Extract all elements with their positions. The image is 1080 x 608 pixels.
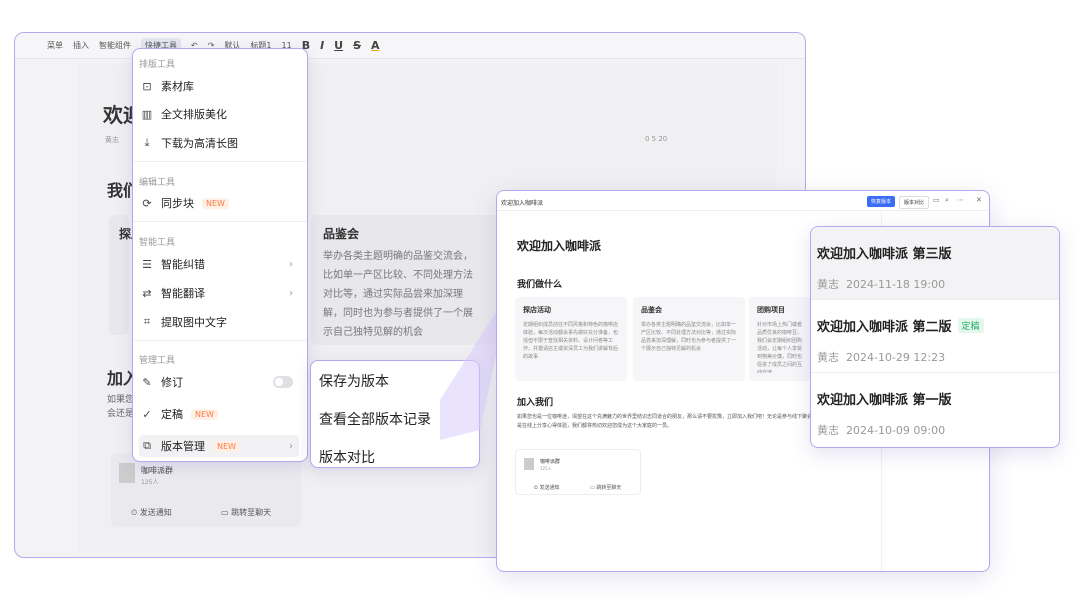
chevron-right-icon: ›: [289, 287, 293, 299]
strike-icon[interactable]: S: [353, 39, 361, 52]
more-icon[interactable]: ⋯: [957, 196, 964, 204]
menu-item-finalize[interactable]: ✓ 定稿 NEW: [139, 403, 299, 425]
group-count: 125人: [141, 479, 159, 486]
compare-version-button[interactable]: 版本对比: [899, 196, 930, 209]
group-qr-icon: [524, 458, 534, 470]
doc-join-text: 如果您 会还是: [107, 395, 135, 419]
ocr-icon: ⌗: [143, 315, 151, 328]
menu-section-smart: 智能工具: [139, 238, 176, 248]
final-tag: 定稿: [957, 318, 984, 333]
download-icon: ⤓: [144, 136, 150, 149]
group-name: 咖啡派群: [141, 466, 173, 475]
menu-section-manage: 管理工具: [139, 356, 176, 366]
version-history-panel: 欢迎加入咖啡派 第三版 黄志 2024-11-18 19:00 欢迎加入咖啡派 …: [810, 226, 1060, 448]
new-badge: NEW: [213, 440, 240, 452]
notify-button[interactable]: ⏲ 发送通知: [131, 507, 172, 518]
image-icon: ⊡: [142, 79, 152, 93]
version-title: 欢迎加入咖啡派 第一版: [817, 393, 952, 408]
menu-item-translate[interactable]: ⇄ 智能翻译 ›: [139, 282, 299, 304]
version-item[interactable]: 欢迎加入咖啡派 第三版 黄志 2024-11-18 19:00: [811, 227, 1059, 300]
menu-item-ocr[interactable]: ⌗ 提取图中文字: [139, 311, 299, 333]
sync-icon: ⟳: [142, 196, 152, 210]
menu-item-layout-beautify[interactable]: ▥ 全文排版美化: [139, 103, 299, 125]
submenu-save-version[interactable]: 保存为版本: [319, 371, 389, 391]
version-group-card: 咖啡派群 125人 ⏲ 发送通知 ▭ 跳转至聊天: [515, 449, 641, 495]
version-subtitle: 黄志 2024-10-29 12:23: [817, 351, 946, 364]
group-count: 125人: [540, 466, 552, 471]
version-window-title: 欢迎加入咖啡派: [501, 200, 544, 207]
doc-card-tasting-title: 品鉴会: [323, 227, 360, 241]
font-color-icon[interactable]: A: [371, 39, 380, 52]
version-doc-title: 欢迎加入咖啡派: [517, 239, 602, 253]
underline-icon[interactable]: U: [334, 39, 343, 52]
menu-item-version-manage[interactable]: ⧉ 版本管理 NEW ›: [139, 435, 299, 457]
menu-divider: [133, 161, 307, 162]
revise-toggle[interactable]: [273, 376, 293, 388]
menu-item-spellcheck[interactable]: ☰ 智能纠错 ›: [139, 253, 299, 275]
version-doc-section-what: 我们做什么: [517, 280, 563, 290]
new-badge: NEW: [191, 408, 218, 420]
menu-item-sync-block[interactable]: ⟳ 同步块 NEW: [139, 192, 299, 214]
submenu-compare-versions[interactable]: 版本对比: [319, 447, 375, 467]
group-qr-icon: [119, 463, 135, 483]
search-icon[interactable]: ⌕: [945, 196, 949, 205]
restore-version-button[interactable]: 恢复版本: [867, 196, 896, 207]
menu-section-layout: 排版工具: [139, 60, 176, 70]
toolbar-smart-components[interactable]: 智能组件: [99, 40, 131, 51]
quick-tools-menu: 排版工具 ⊡ 素材库 ▥ 全文排版美化 ⤓ 下载为高清长图 编辑工具 ⟳ 同步块 NEW…: [132, 48, 308, 462]
italic-icon[interactable]: I: [320, 39, 324, 52]
revise-icon: ✎: [142, 375, 152, 389]
menu-divider: [133, 340, 307, 341]
version-window-header: 欢迎加入咖啡派 恢复版本 版本对比 ▭ ⌕ ⋯ ✕: [497, 191, 989, 211]
panel-icon[interactable]: ▭: [933, 196, 940, 204]
version-title: 欢迎加入咖啡派 第三版: [817, 247, 952, 262]
group-name: 咖啡派群: [540, 459, 561, 465]
chevron-right-icon: ›: [289, 258, 293, 270]
doc-stats: 0 5 20: [645, 135, 668, 143]
chevron-right-icon: ›: [289, 440, 293, 452]
version-icon: ⧉: [143, 439, 151, 452]
finalize-icon: ✓: [142, 407, 152, 421]
version-doc-join-body: 如果您也是一位咖啡迷，渴望在这个充满魅力的世界里结识志同道合的朋友，那么请不要犹…: [517, 414, 818, 429]
notify-button[interactable]: ⏲ 发送通知: [534, 484, 560, 491]
menu-item-material-library[interactable]: ⊡ 素材库: [139, 75, 299, 97]
version-card-tasting: 品鉴会 举办各类主题明确的品鉴交流会，比如单一产区比较、不同处理方法对比等，通过…: [633, 297, 745, 381]
menu-section-edit: 编辑工具: [139, 178, 176, 188]
layout-icon: ▥: [141, 107, 153, 121]
new-badge: NEW: [202, 197, 229, 209]
version-card-group-buy: 团购项目 针对市场上热门或者品质优良的咖啡豆，我们会定期组织团购活动，让每个人享…: [749, 297, 811, 381]
version-card-explore: 探店活动 定期组织成员前往不同风格和特色的咖啡店体验，每次活动都会事先做好充分准…: [515, 297, 627, 381]
menu-item-download-image[interactable]: ⤓ 下载为高清长图: [139, 132, 299, 154]
close-icon[interactable]: ✕: [976, 196, 982, 204]
version-title: 欢迎加入咖啡派 第二版 定稿: [817, 316, 1059, 335]
spellcheck-icon: ☰: [142, 257, 152, 271]
version-doc-section-join: 加入我们: [517, 398, 554, 408]
menu-divider: [133, 221, 307, 222]
version-item[interactable]: 欢迎加入咖啡派 第一版 黄志 2024-10-09 09:00: [811, 373, 1059, 446]
submenu-view-all-versions[interactable]: 查看全部版本记录: [319, 409, 431, 429]
menu-item-revise[interactable]: ✎ 修订: [139, 371, 299, 393]
translate-icon: ⇄: [142, 286, 152, 300]
jump-chat-button[interactable]: ▭ 跳转至聊天: [221, 507, 271, 518]
doc-group-card: 咖啡派群 125人 ⏲ 发送通知 ▭ 跳转至聊天: [111, 453, 301, 527]
version-item[interactable]: 欢迎加入咖啡派 第二版 定稿 黄志 2024-10-29 12:23: [811, 300, 1059, 373]
version-subtitle: 黄志 2024-11-18 19:00: [817, 278, 946, 291]
doc-author: 黄志: [105, 136, 119, 144]
toolbar-menu[interactable]: 菜单: [47, 40, 63, 51]
toolbar-insert[interactable]: 插入: [73, 40, 89, 51]
jump-chat-button[interactable]: ▭ 跳转至聊天: [590, 484, 621, 491]
version-subtitle: 黄志 2024-10-09 09:00: [817, 424, 946, 437]
